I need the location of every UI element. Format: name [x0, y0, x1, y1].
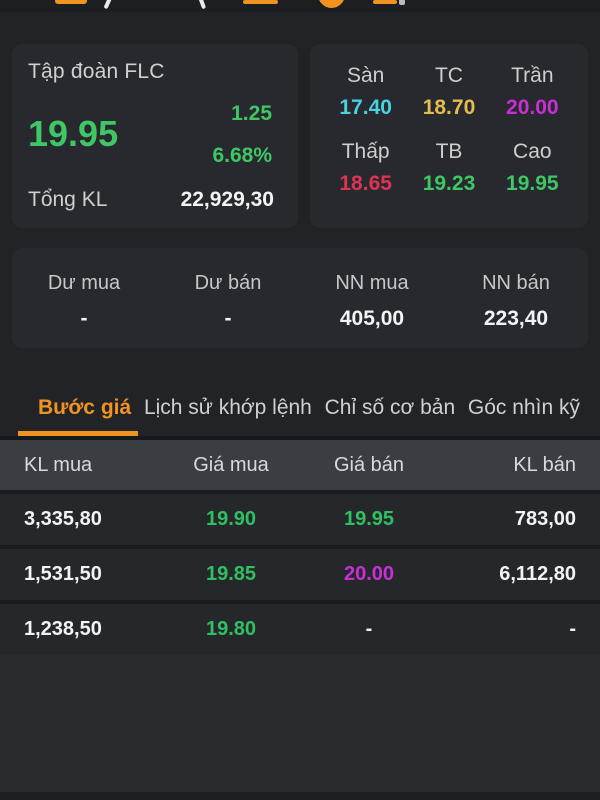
tab-goc-nhin-ky[interactable]: Góc nhìn kỹ	[468, 396, 580, 420]
order-summary-card: Dư mua - Dư bán - NN mua 405,00 NN bán 2…	[12, 248, 588, 348]
price-change: 1.25	[231, 102, 272, 125]
bell-icon[interactable]	[318, 0, 345, 8]
chart-icon[interactable]	[373, 0, 397, 4]
price-range-card: Sàn 17.40 TC 18.70 Trần 20.00 Thấp 18.65…	[310, 44, 588, 228]
kl-mua-cell: 1,238,50	[24, 618, 102, 640]
residual-buy: Dư mua -	[47, 272, 121, 330]
gia-mua-cell: 19.80	[205, 618, 257, 640]
quote-card: Tập đoàn FLC 19.95 1.25 6.68% Tổng KL 22…	[12, 44, 298, 228]
detail-tab-bar: Bước giá Lịch sử khớp lệnh Chỉ số cơ bản…	[0, 388, 600, 440]
kl-ban-cell: 6,112,80	[499, 563, 576, 585]
order-book-body: 3,335,80 19.90 19.95 783,00 1,531,50 19.…	[0, 490, 600, 655]
last-price: 19.95	[28, 113, 119, 154]
tab-lich-su-khop-lenh[interactable]: Lịch sử khớp lệnh	[144, 396, 312, 420]
gia-mua-cell: 19.85	[205, 563, 257, 585]
header-text-fragment	[55, 0, 87, 4]
company-name: Tập đoàn FLC	[28, 60, 165, 83]
kl-mua-cell: 3,335,80	[24, 508, 102, 530]
header-text-fragment	[197, 0, 207, 10]
stat-high: Cao 19.95	[506, 140, 559, 195]
col-gia-ban: Giá bán	[333, 453, 405, 476]
price-change-percent: 6.68%	[212, 144, 272, 167]
stat-reference: TC 18.70	[422, 64, 476, 119]
gia-ban-cell: 20.00	[343, 563, 395, 585]
table-row[interactable]: 1,531,50 19.85 20.00 6,112,80	[0, 545, 600, 600]
total-volume-value: 22,929,30	[180, 188, 274, 211]
stock-detail-screen: Tập đoàn FLC 19.95 1.25 6.68% Tổng KL 22…	[0, 0, 600, 800]
kl-ban-cell: 783,00	[514, 508, 576, 530]
menu-icon[interactable]	[243, 0, 278, 4]
kl-ban-cell: -	[569, 618, 576, 640]
col-kl-ban: KL bán	[513, 453, 576, 476]
active-tab-underline	[18, 431, 138, 436]
kl-mua-cell: 1,531,50	[24, 563, 102, 585]
stat-low: Thấp 18.65	[339, 140, 392, 195]
empty-area	[0, 655, 600, 792]
stat-ceiling: Trần 20.00	[506, 64, 559, 119]
tab-buoc-gia[interactable]: Bước giá	[38, 396, 131, 420]
col-gia-mua: Giá mua	[193, 453, 269, 476]
foreign-sell: NN bán 223,40	[482, 272, 550, 330]
gia-mua-cell: 19.90	[205, 508, 257, 530]
total-volume-label: Tổng KL	[28, 188, 108, 211]
stat-average: TB 19.23	[422, 140, 476, 195]
header-text-fragment	[399, 0, 405, 5]
stat-floor: Sàn 17.40	[339, 64, 392, 119]
app-header-cutoff	[0, 0, 600, 12]
col-kl-mua: KL mua	[24, 453, 93, 476]
foreign-buy: NN mua 405,00	[335, 272, 409, 330]
table-row[interactable]: 1,238,50 19.80 - -	[0, 600, 600, 655]
table-row[interactable]: 3,335,80 19.90 19.95 783,00	[0, 490, 600, 545]
gia-ban-cell: -	[365, 618, 373, 640]
residual-sell: Dư bán -	[194, 272, 262, 330]
bottom-edge-bar	[0, 792, 600, 800]
gia-ban-cell: 19.95	[343, 508, 395, 530]
tab-chi-so-co-ban[interactable]: Chỉ số cơ bản	[325, 396, 456, 420]
header-text-fragment	[103, 0, 113, 10]
order-book-header: KL mua Giá mua Giá bán KL bán	[0, 440, 600, 490]
